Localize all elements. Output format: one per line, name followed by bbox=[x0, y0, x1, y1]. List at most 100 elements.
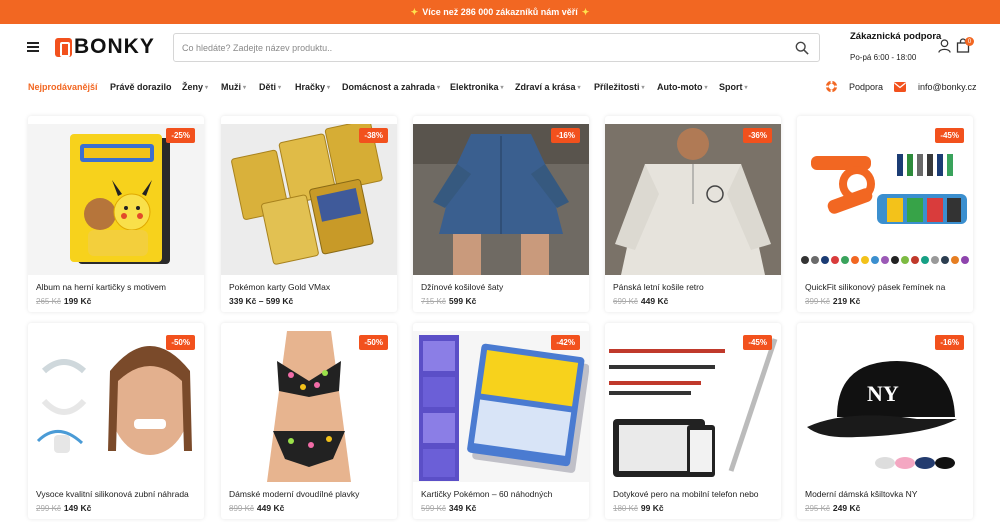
product-image[interactable]: NY bbox=[797, 331, 973, 482]
search-bar bbox=[173, 33, 820, 62]
product-title[interactable]: Pokémon karty Gold VMax bbox=[229, 282, 391, 292]
product-image[interactable] bbox=[413, 124, 589, 275]
product-title[interactable]: Album na herní kartičky s motivem bbox=[36, 282, 198, 292]
logo-text: BONKY bbox=[74, 35, 155, 58]
discount-badge: -50% bbox=[359, 335, 388, 350]
chevron-down-icon: ▾ bbox=[704, 85, 708, 91]
product-image[interactable] bbox=[28, 124, 204, 275]
nav-item-men[interactable]: Muži ▾ bbox=[221, 82, 246, 92]
product-title[interactable]: Moderní dámská kšiltovka NY bbox=[805, 489, 967, 499]
nav-item-toys[interactable]: Hračky ▾ bbox=[295, 82, 330, 92]
nav-support-link[interactable]: Podpora bbox=[849, 82, 883, 92]
chevron-down-icon: ▾ bbox=[327, 85, 331, 91]
current-price: 99 Kč bbox=[640, 503, 664, 513]
product-title[interactable]: Džínové košilové šaty bbox=[421, 282, 583, 292]
nav-label: Právě dorazilo bbox=[110, 82, 172, 92]
product-price: 599 Kč 349 Kč bbox=[421, 503, 476, 513]
nav-item-women[interactable]: Ženy ▾ bbox=[182, 82, 208, 92]
discount-badge: -42% bbox=[551, 335, 580, 350]
product-card[interactable]: -50% Dámské moderní dvoudílné plavky 899… bbox=[221, 323, 397, 519]
product-title[interactable]: QuickFit silikonový pásek řemínek na bbox=[805, 282, 967, 292]
product-card[interactable]: -16% Džínové košilové šaty 715 Kč 599 Kč bbox=[413, 116, 589, 312]
product-image[interactable] bbox=[413, 331, 589, 482]
nav-item-sport[interactable]: Sport ▾ bbox=[719, 82, 748, 92]
product-title[interactable]: Vysoce kvalitní silikonová zubní náhrada bbox=[36, 489, 198, 499]
product-card[interactable]: -50% Vysoce kvalitní silikonová zubní ná… bbox=[28, 323, 204, 519]
product-card[interactable]: -25% Album na herní kartičky s motivem 2… bbox=[28, 116, 204, 312]
logo[interactable]: BONKY bbox=[55, 34, 155, 60]
product-price: 180 Kč 99 Kč bbox=[613, 503, 664, 513]
current-price: 149 Kč bbox=[63, 503, 92, 513]
product-image[interactable] bbox=[221, 124, 397, 275]
product-price: 299 Kč 149 Kč bbox=[36, 503, 91, 513]
chevron-down-icon: ▾ bbox=[243, 85, 247, 91]
top-banner: ✦ Více než 286 000 zákazníků nám věří ✦ bbox=[0, 0, 1000, 24]
nav-item-auto-moto[interactable]: Auto-moto ▾ bbox=[657, 82, 708, 92]
product-card[interactable]: -42% Kartičky Pokémon – 60 náhodných 599… bbox=[413, 323, 589, 519]
current-price: 249 Kč bbox=[832, 503, 861, 513]
search-icon[interactable] bbox=[795, 41, 809, 55]
old-price: 715 Kč bbox=[421, 297, 446, 306]
nav-item-electronics[interactable]: Elektronika ▾ bbox=[450, 82, 504, 92]
product-price: 699 Kč 449 Kč bbox=[613, 296, 668, 306]
nav-item-just-arrived[interactable]: Právě dorazilo bbox=[110, 82, 172, 92]
cart-count-badge: 0 bbox=[965, 37, 974, 46]
old-price: 295 Kč bbox=[805, 504, 830, 513]
product-card[interactable]: -36% Pánská letní košile retro 699 Kč 449… bbox=[605, 116, 781, 312]
nav-item-occasions[interactable]: Příležitosti ▾ bbox=[594, 82, 645, 92]
hamburger-menu-icon[interactable] bbox=[27, 42, 39, 52]
nav-item-health-beauty[interactable]: Zdraví a krása ▾ bbox=[515, 82, 581, 92]
product-image[interactable] bbox=[605, 331, 781, 482]
product-card[interactable]: NY -16% Moderní dámská kšiltovka NY 295 … bbox=[797, 323, 973, 519]
product-image[interactable] bbox=[28, 331, 204, 482]
current-price: 199 Kč bbox=[63, 296, 92, 306]
old-price: 299 Kč bbox=[36, 504, 61, 513]
nav-email-link[interactable]: info@bonky.cz bbox=[918, 82, 977, 92]
product-price: 899 Kč 449 Kč bbox=[229, 503, 284, 513]
user-icon[interactable] bbox=[938, 39, 951, 53]
product-price: 399 Kč 219 Kč bbox=[805, 296, 860, 306]
nav-item-kids[interactable]: Děti ▾ bbox=[259, 82, 281, 92]
customer-support[interactable]: Zákaznická podpora Po-pá 6:00 - 18:00 bbox=[850, 31, 941, 62]
discount-badge: -16% bbox=[935, 335, 964, 350]
product-title[interactable]: Dotykové pero na mobilní telefon nebo bbox=[613, 489, 775, 499]
mail-icon[interactable] bbox=[893, 80, 907, 93]
nav-label: Ženy bbox=[182, 82, 204, 92]
old-price: 180 Kč bbox=[613, 504, 638, 513]
product-title[interactable]: Pánská letní košile retro bbox=[613, 282, 775, 292]
chevron-down-icon: ▾ bbox=[205, 85, 209, 91]
lifebuoy-icon[interactable] bbox=[825, 80, 838, 93]
discount-badge: -16% bbox=[551, 128, 580, 143]
nav-label: Příležitosti bbox=[594, 82, 640, 92]
chevron-down-icon: ▾ bbox=[641, 85, 645, 91]
current-price: 339 Kč – 599 Kč bbox=[229, 296, 294, 306]
product-card[interactable]: -45% QuickFit silikonový pásek řemínek n… bbox=[797, 116, 973, 312]
product-title[interactable]: Dámské moderní dvoudílné plavky bbox=[229, 489, 391, 499]
current-price: 599 Kč bbox=[448, 296, 477, 306]
nav-label: Elektronika bbox=[450, 82, 499, 92]
search-input[interactable] bbox=[182, 40, 782, 56]
chevron-down-icon: ▾ bbox=[500, 85, 504, 91]
product-title[interactable]: Kartičky Pokémon – 60 náhodných bbox=[421, 489, 583, 499]
product-card[interactable]: -45% Dotykové pero na mobilní telefon ne… bbox=[605, 323, 781, 519]
product-image[interactable] bbox=[221, 331, 397, 482]
nav-label: Muži bbox=[221, 82, 241, 92]
nav-item-home-garden[interactable]: Domácnost a zahrada ▾ bbox=[342, 82, 440, 92]
product-image[interactable] bbox=[797, 124, 973, 275]
chevron-down-icon: ▾ bbox=[577, 85, 581, 91]
old-price: 399 Kč bbox=[805, 297, 830, 306]
discount-badge: -38% bbox=[359, 128, 388, 143]
spark-icon: ✦ bbox=[581, 6, 590, 17]
product-image[interactable] bbox=[605, 124, 781, 275]
header: BONKY Zákaznická podpora Po-pá 6:00 - 18… bbox=[0, 24, 1000, 72]
old-price: 265 Kč bbox=[36, 297, 61, 306]
chevron-down-icon: ▾ bbox=[278, 85, 282, 91]
chevron-down-icon: ▾ bbox=[437, 85, 441, 91]
product-card[interactable]: -38% Pokémon karty Gold VMax 339 Kč – 59… bbox=[221, 116, 397, 312]
banner-text: Více než 286 000 zákazníků nám věří bbox=[422, 7, 578, 17]
nav-label: Nejprodávanější bbox=[28, 82, 98, 92]
product-price: 265 Kč 199 Kč bbox=[36, 296, 91, 306]
nav-item-bestsellers[interactable]: Nejprodávanější bbox=[28, 82, 98, 92]
support-hours: Po-pá 6:00 - 18:00 bbox=[850, 53, 917, 62]
nav-label: Auto-moto bbox=[657, 82, 703, 92]
